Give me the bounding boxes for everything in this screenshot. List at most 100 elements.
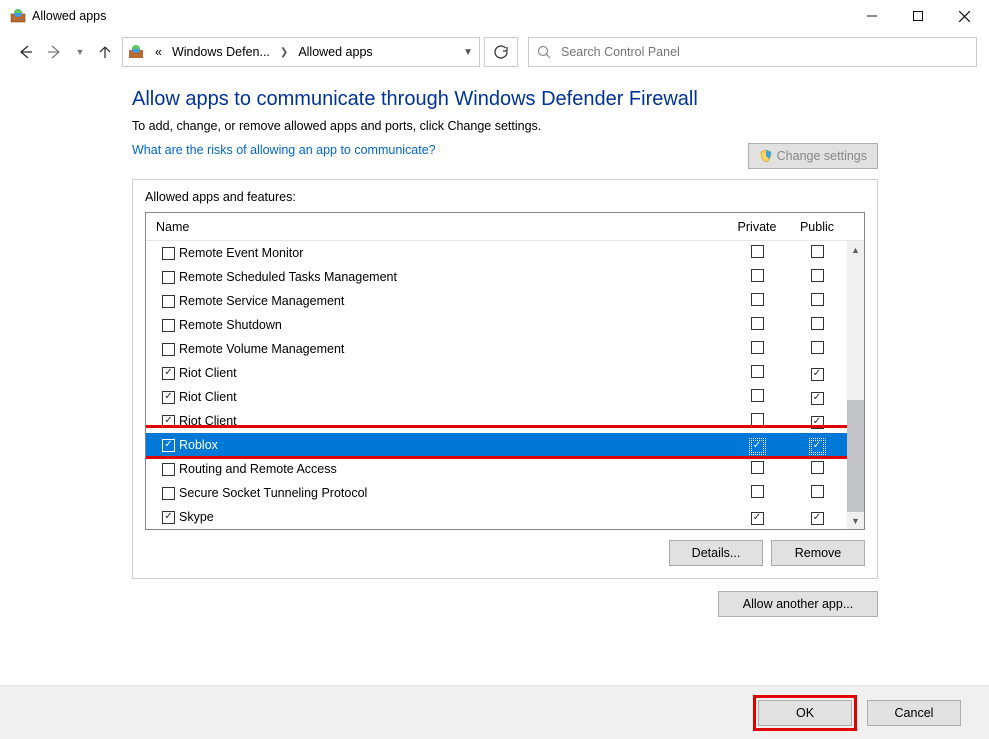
row-enabled-checkbox[interactable] xyxy=(162,343,175,356)
row-private-checkbox[interactable] xyxy=(751,461,764,474)
scroll-down-button[interactable]: ▼ xyxy=(847,512,864,529)
dialog-footer: OK Cancel xyxy=(0,685,989,739)
table-row[interactable]: Riot Client xyxy=(146,361,864,385)
remove-button[interactable]: Remove xyxy=(771,540,865,566)
row-public-checkbox[interactable] xyxy=(811,512,824,525)
row-name-label: Riot Client xyxy=(179,390,237,404)
row-enabled-checkbox[interactable] xyxy=(162,319,175,332)
row-enabled-checkbox[interactable] xyxy=(162,295,175,308)
table-row[interactable]: Secure Socket Tunneling Protocol xyxy=(146,481,864,505)
table-row[interactable]: Skype xyxy=(146,505,864,529)
allowed-apps-listbox[interactable]: Name Private Public Remote Event Monitor… xyxy=(145,212,865,530)
row-enabled-checkbox[interactable] xyxy=(162,439,175,452)
row-private-checkbox[interactable] xyxy=(751,413,764,426)
content-area: Allow apps to communicate through Window… xyxy=(0,72,989,685)
row-private-checkbox[interactable] xyxy=(751,269,764,282)
row-enabled-checkbox[interactable] xyxy=(162,463,175,476)
row-private-checkbox[interactable] xyxy=(751,341,764,354)
allowed-apps-frame: Allowed apps and features: Name Private … xyxy=(132,179,878,579)
table-row[interactable]: Roblox xyxy=(146,433,864,457)
row-private-checkbox[interactable] xyxy=(751,245,764,258)
row-name-label: Skype xyxy=(179,510,214,524)
cancel-button[interactable]: Cancel xyxy=(867,700,961,726)
details-button[interactable]: Details... xyxy=(669,540,763,566)
row-enabled-checkbox[interactable] xyxy=(162,511,175,524)
row-public-checkbox[interactable] xyxy=(811,293,824,306)
table-row[interactable]: Riot Client xyxy=(146,409,864,433)
list-header: Name Private Public xyxy=(146,213,864,241)
change-settings-label: Change settings xyxy=(777,149,867,163)
row-public-checkbox[interactable] xyxy=(811,317,824,330)
row-enabled-checkbox[interactable] xyxy=(162,415,175,428)
table-row[interactable]: Remote Shutdown xyxy=(146,313,864,337)
firewall-icon xyxy=(125,41,147,63)
row-public-checkbox[interactable] xyxy=(811,485,824,498)
row-enabled-checkbox[interactable] xyxy=(162,271,175,284)
row-public-checkbox[interactable] xyxy=(811,368,824,381)
column-public[interactable]: Public xyxy=(787,220,847,234)
row-public-checkbox[interactable] xyxy=(811,440,824,453)
close-button[interactable] xyxy=(941,1,987,31)
forward-button[interactable] xyxy=(42,39,68,65)
search-input[interactable] xyxy=(559,44,968,60)
row-name-label: Remote Scheduled Tasks Management xyxy=(179,270,397,284)
minimize-button[interactable] xyxy=(849,1,895,31)
table-row[interactable]: Riot Client xyxy=(146,385,864,409)
table-row[interactable]: Remote Event Monitor xyxy=(146,241,864,265)
navigation-bar: ▼ « Windows Defen... ❯ Allowed apps ▼ xyxy=(0,32,989,72)
breadcrumb-item-2[interactable]: Allowed apps xyxy=(294,45,376,59)
page-title: Allow apps to communicate through Window… xyxy=(132,88,878,111)
vertical-scrollbar[interactable]: ▲ ▼ xyxy=(847,241,864,529)
row-public-checkbox[interactable] xyxy=(811,269,824,282)
column-private[interactable]: Private xyxy=(727,220,787,234)
row-name-label: Riot Client xyxy=(179,414,237,428)
table-row[interactable]: Routing and Remote Access xyxy=(146,457,864,481)
row-enabled-checkbox[interactable] xyxy=(162,487,175,500)
change-settings-button[interactable]: Change settings xyxy=(748,143,878,169)
row-private-checkbox[interactable] xyxy=(751,365,764,378)
list-body: Remote Event Monitor Remote Scheduled Tas… xyxy=(146,241,864,529)
shield-icon xyxy=(759,149,773,163)
page-subtext: To add, change, or remove allowed apps a… xyxy=(132,119,878,133)
row-name-label: Routing and Remote Access xyxy=(179,462,337,476)
maximize-button[interactable] xyxy=(895,1,941,31)
row-public-checkbox[interactable] xyxy=(811,392,824,405)
risks-link[interactable]: What are the risks of allowing an app to… xyxy=(132,143,436,157)
column-name[interactable]: Name xyxy=(146,220,727,234)
row-name-label: Remote Volume Management xyxy=(179,342,344,356)
breadcrumb-item-1[interactable]: Windows Defen... xyxy=(168,45,274,59)
row-private-checkbox[interactable] xyxy=(751,485,764,498)
breadcrumb-prefix[interactable]: « xyxy=(151,45,166,59)
list-label: Allowed apps and features: xyxy=(145,190,865,204)
chevron-right-icon[interactable]: ❯ xyxy=(276,47,292,58)
row-enabled-checkbox[interactable] xyxy=(162,247,175,260)
table-row[interactable]: Remote Service Management xyxy=(146,289,864,313)
search-box[interactable] xyxy=(528,37,977,67)
row-public-checkbox[interactable] xyxy=(811,245,824,258)
back-button[interactable] xyxy=(12,39,38,65)
up-button[interactable] xyxy=(92,39,118,65)
scroll-track[interactable] xyxy=(847,258,864,512)
row-private-checkbox[interactable] xyxy=(751,389,764,402)
row-private-checkbox[interactable] xyxy=(751,440,764,453)
table-row[interactable]: Remote Volume Management xyxy=(146,337,864,361)
row-public-checkbox[interactable] xyxy=(811,461,824,474)
row-private-checkbox[interactable] xyxy=(751,317,764,330)
row-name-label: Riot Client xyxy=(179,366,237,380)
refresh-button[interactable] xyxy=(484,37,518,67)
ok-button[interactable]: OK xyxy=(758,700,852,726)
table-row[interactable]: Remote Scheduled Tasks Management xyxy=(146,265,864,289)
chevron-down-icon[interactable]: ▼ xyxy=(463,47,473,58)
row-enabled-checkbox[interactable] xyxy=(162,391,175,404)
scroll-up-button[interactable]: ▲ xyxy=(847,241,864,258)
row-name-label: Remote Service Management xyxy=(179,294,344,308)
row-enabled-checkbox[interactable] xyxy=(162,367,175,380)
row-private-checkbox[interactable] xyxy=(751,512,764,525)
address-breadcrumb[interactable]: « Windows Defen... ❯ Allowed apps ▼ xyxy=(122,37,480,67)
row-private-checkbox[interactable] xyxy=(751,293,764,306)
row-public-checkbox[interactable] xyxy=(811,341,824,354)
recent-dropdown[interactable]: ▼ xyxy=(72,39,88,65)
scroll-thumb[interactable] xyxy=(847,400,864,512)
row-public-checkbox[interactable] xyxy=(811,416,824,429)
allow-another-app-button[interactable]: Allow another app... xyxy=(718,591,878,617)
